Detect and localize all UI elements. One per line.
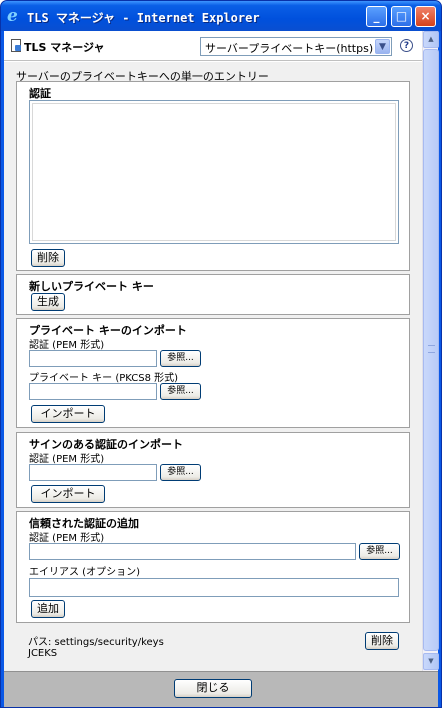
add-trusted-cert-input[interactable] <box>29 543 356 560</box>
add-trusted-add-button[interactable]: 追加 <box>31 600 65 618</box>
keystore-select[interactable]: サーバープライベートキー(https) ▼ <box>200 37 392 56</box>
alias-label: エイリアス (オプション) <box>29 567 140 578</box>
close-dialog-button[interactable]: 閉じる <box>174 679 252 698</box>
import-key-cert-input[interactable] <box>29 350 157 367</box>
client-area: TLS マネージャ サーバープライベートキー(https) ▼ ? サーバーのプ… <box>4 31 439 707</box>
scroll-thumb[interactable] <box>423 49 439 651</box>
import-key-cert-label: 認証 (PEM 形式) <box>29 340 105 351</box>
import-signed-section: サインのある認証のインポート 認証 (PEM 形式) 参照... インポート <box>16 432 410 508</box>
scroll-down-icon[interactable]: ▼ <box>423 653 439 670</box>
import-key-import-button[interactable]: インポート <box>31 405 105 423</box>
import-signed-cert-input[interactable] <box>29 464 157 481</box>
import-key-section: プライベート キーのインポート 認証 (PEM 形式) 参照... プライベート… <box>16 318 410 428</box>
keystore-path: パス: settings/security/keys <box>28 637 164 648</box>
close-window-button[interactable]: × <box>415 6 436 27</box>
import-key-key-label: プライベート キー (PKCS8 形式) <box>29 373 179 384</box>
title-bar[interactable]: e TLS マネージャ - Internet Explorer _ □ × <box>1 1 441 31</box>
browser-window: e TLS マネージャ - Internet Explorer _ □ × TL… <box>0 0 442 708</box>
import-signed-cert-label: 認証 (PEM 形式) <box>29 454 105 465</box>
add-trusted-browse-button[interactable]: 参照... <box>359 543 400 560</box>
app-toolbar: TLS マネージャ サーバープライベートキー(https) ▼ ? <box>4 31 422 61</box>
import-key-key-input[interactable] <box>29 383 157 400</box>
dialog-footer: 閉じる <box>4 671 438 707</box>
import-key-key-browse-button[interactable]: 参照... <box>160 383 201 400</box>
certificate-textarea[interactable] <box>29 100 399 244</box>
new-key-section: 新しいプライベート キー 生成 <box>16 274 410 315</box>
help-icon[interactable]: ? <box>400 39 413 52</box>
vertical-scrollbar[interactable]: ▲ ▼ <box>422 31 439 671</box>
import-signed-import-button[interactable]: インポート <box>31 485 105 503</box>
certificate-section: 認証 削除 <box>16 81 410 271</box>
alias-input[interactable] <box>29 578 399 597</box>
add-trusted-section: 信頼された認証の追加 認証 (PEM 形式) 参照... エイリアス (オプショ… <box>16 511 410 623</box>
generate-button[interactable]: 生成 <box>31 293 65 311</box>
maximize-button[interactable]: □ <box>391 6 412 27</box>
add-trusted-cert-label: 認証 (PEM 形式) <box>29 533 105 544</box>
main-content: サーバーのプライベートキーへの単一のエントリー 認証 削除 新しいプライベート … <box>4 62 422 671</box>
chevron-down-icon[interactable]: ▼ <box>375 39 390 54</box>
keystore-select-value: サーバープライベートキー(https) <box>205 42 374 55</box>
window-title: TLS マネージャ - Internet Explorer <box>27 11 260 25</box>
minimize-button[interactable]: _ <box>366 6 387 27</box>
new-key-title: 新しいプライベート キー <box>29 280 154 293</box>
keystore-type: JCEKS <box>28 648 58 659</box>
import-key-cert-browse-button[interactable]: 参照... <box>160 350 201 367</box>
app-title: TLS マネージャ <box>24 41 105 54</box>
scroll-grip-icon <box>428 345 435 353</box>
ie-icon: e <box>7 6 18 26</box>
document-lock-icon <box>11 39 21 52</box>
certificate-title: 認証 <box>29 87 51 100</box>
import-signed-browse-button[interactable]: 参照... <box>160 464 201 481</box>
keystore-delete-button[interactable]: 削除 <box>365 632 399 650</box>
certificate-delete-button[interactable]: 削除 <box>31 249 65 267</box>
scroll-up-icon[interactable]: ▲ <box>423 31 439 48</box>
